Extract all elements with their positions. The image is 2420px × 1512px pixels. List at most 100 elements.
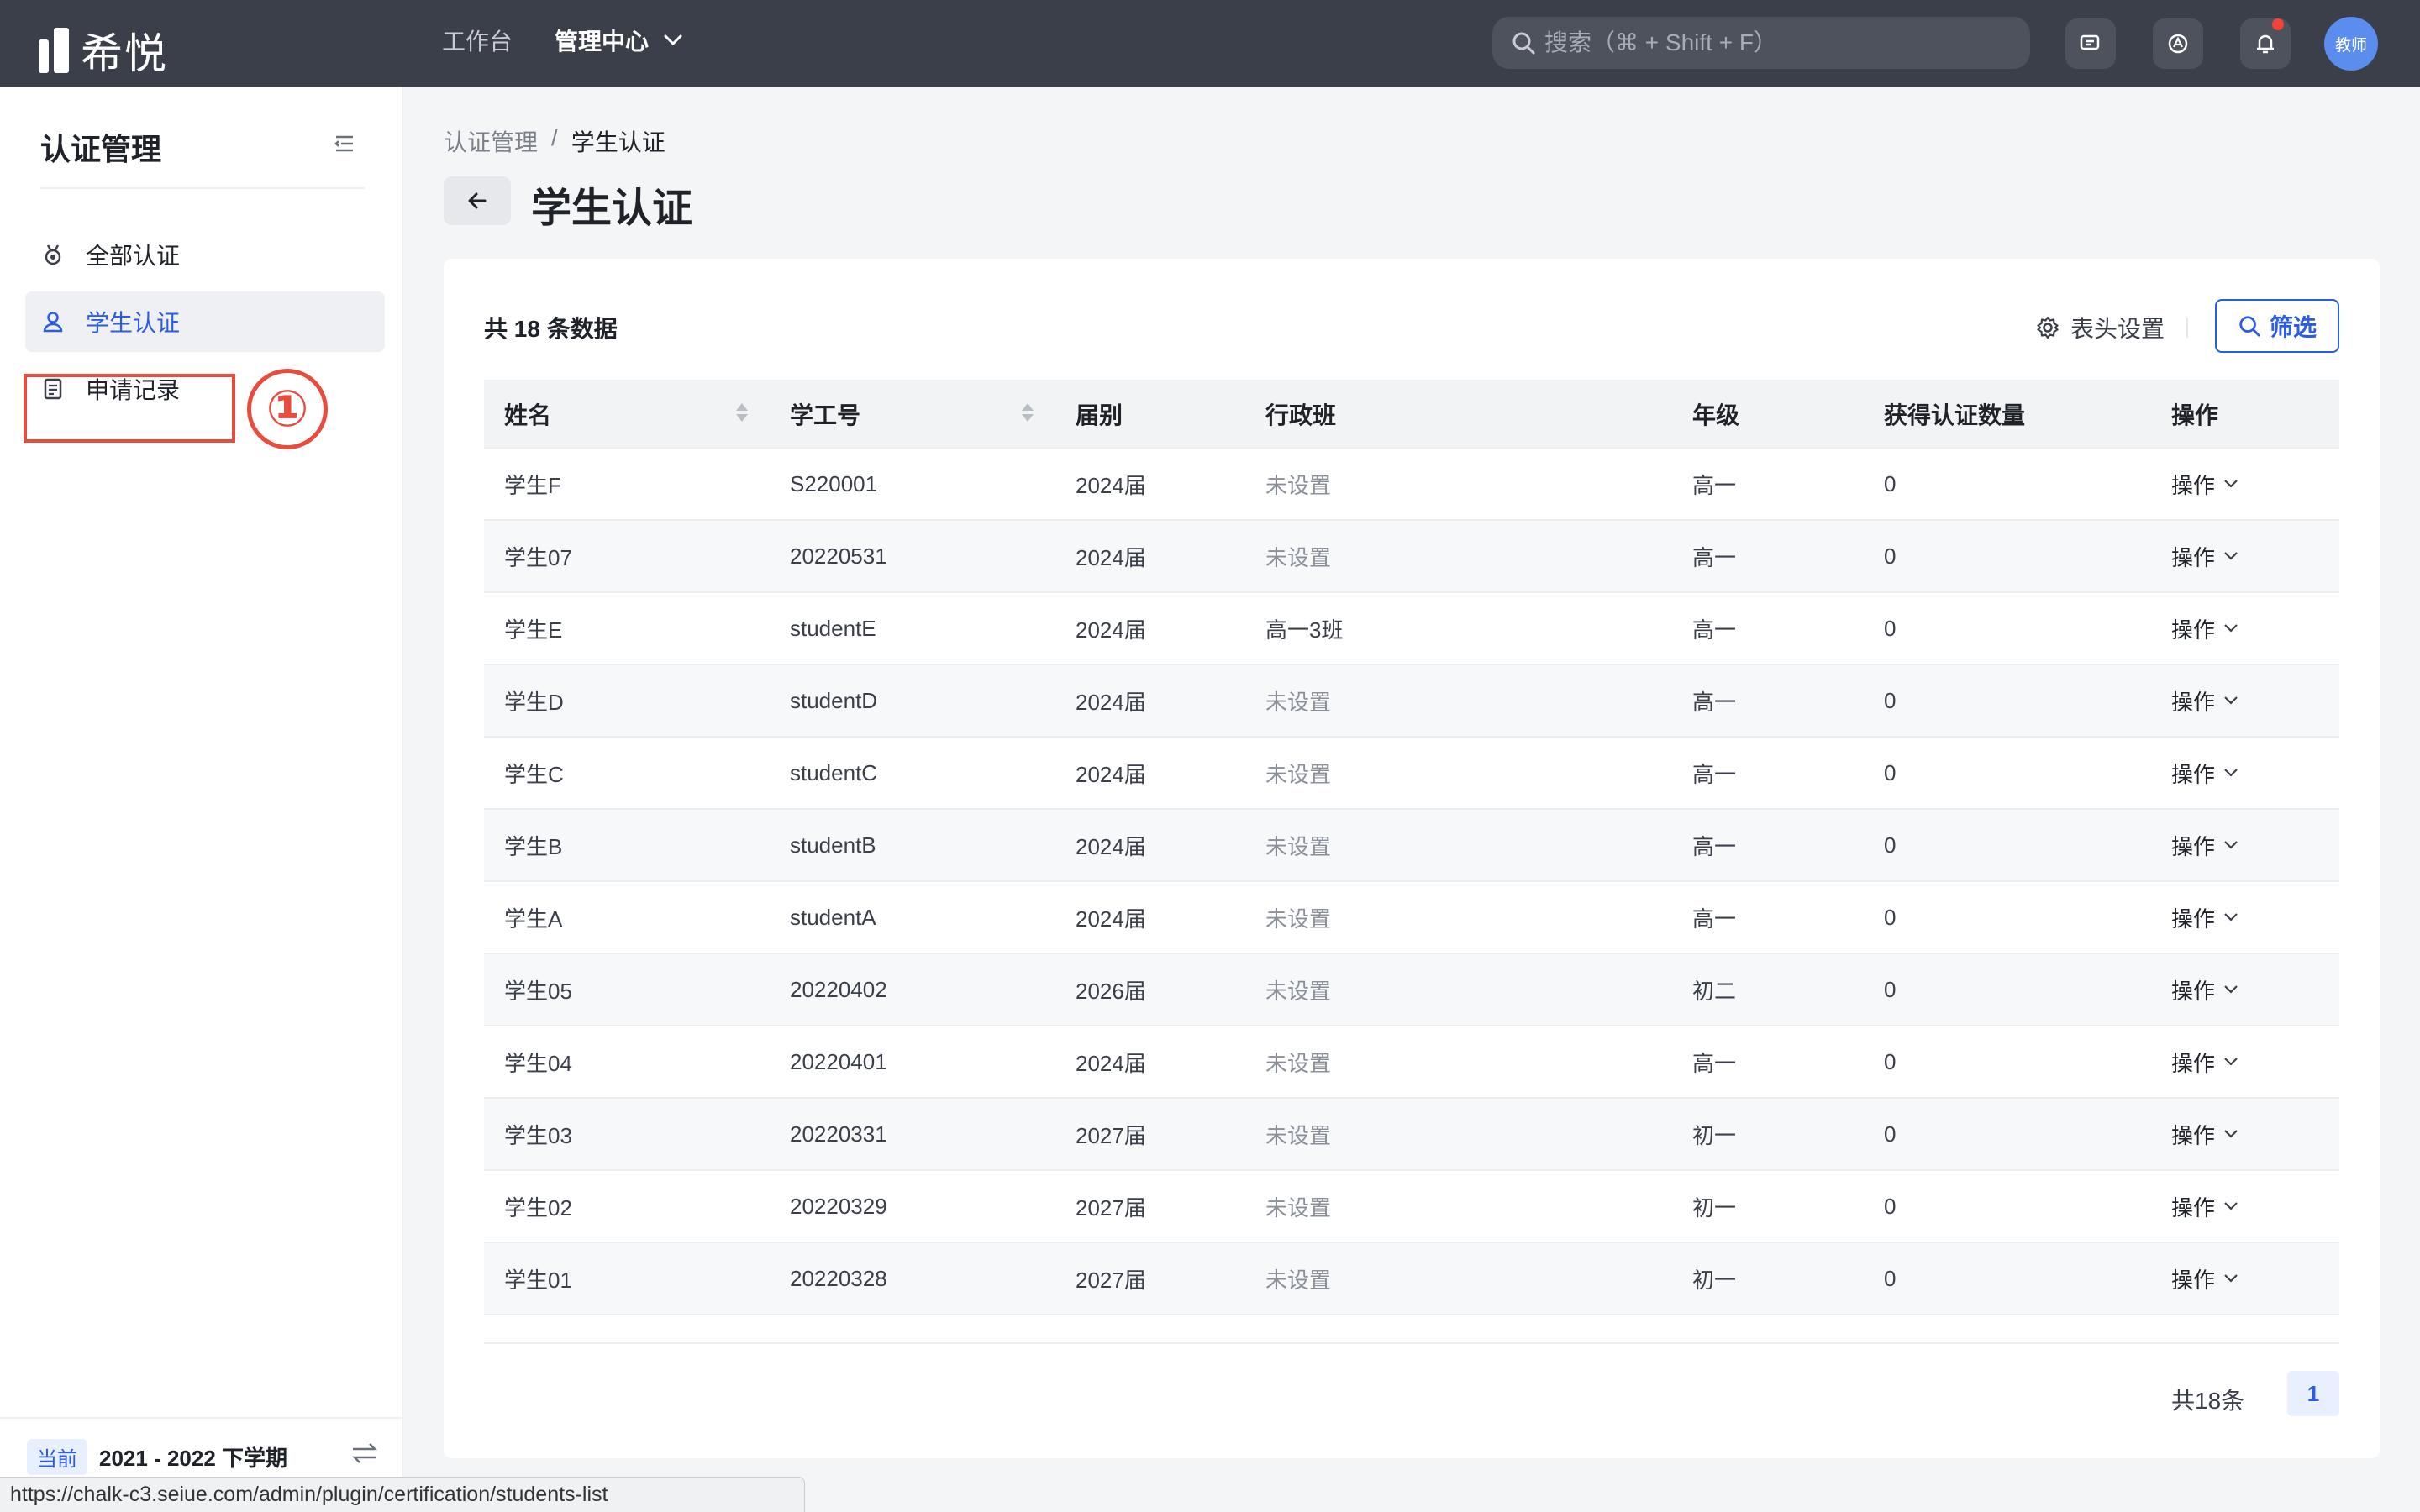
cell-class: 未设置 <box>1265 1194 1332 1221</box>
global-search[interactable] <box>1492 17 2030 69</box>
table-row: 学生07 20220531 2024届 未设置 高一 0 操作 <box>484 520 2339 592</box>
ai-assistant-button[interactable] <box>2153 18 2203 69</box>
top-bar: 希悦 工作台 管理中心 教师 <box>0 0 2420 87</box>
sidebar-item-label: 全部认证 <box>86 243 181 269</box>
switch-term-icon[interactable] <box>350 1441 380 1466</box>
row-actions-dropdown[interactable]: 操作 <box>2171 974 2339 1005</box>
search-icon <box>1512 32 1535 55</box>
back-button[interactable] <box>444 176 511 225</box>
cell-grade: 初一 <box>1692 1267 1737 1293</box>
cell-name: 学生B <box>504 833 563 859</box>
top-nav: 工作台 管理中心 <box>442 24 682 57</box>
cell-grade: 初一 <box>1692 1194 1737 1221</box>
row-actions-cell: 操作 <box>2151 737 2339 809</box>
row-actions-label: 操作 <box>2171 544 2216 570</box>
row-actions-dropdown[interactable]: 操作 <box>2171 1263 2339 1294</box>
nav-workbench[interactable]: 工作台 <box>442 24 513 57</box>
term-selector[interactable]: 当前 2021 - 2022 下学期 <box>27 1439 287 1475</box>
cell-grade: 初二 <box>1692 978 1737 1004</box>
cell-name: 学生03 <box>504 1122 572 1148</box>
breadcrumb-parent[interactable]: 认证管理 <box>444 124 538 158</box>
chevron-down-icon <box>2224 552 2238 560</box>
chevron-down-icon <box>2224 1058 2238 1066</box>
row-actions-dropdown[interactable]: 操作 <box>2171 469 2339 500</box>
cell-class: 高一3班 <box>1265 617 1344 643</box>
cell-name: 学生01 <box>504 1267 572 1293</box>
list-card: 共 18 条数据 表头设置 筛选 姓名 学工号 届别 行政班 年级 获得认证数量… <box>444 259 2380 1458</box>
filter-button[interactable]: 筛选 <box>2215 299 2339 353</box>
row-actions-label: 操作 <box>2171 689 2216 715</box>
message-button[interactable] <box>2065 18 2116 69</box>
row-actions-cell: 操作 <box>2151 1026 2339 1098</box>
row-actions-dropdown[interactable]: 操作 <box>2171 613 2339 644</box>
column-settings-button[interactable]: 表头设置 <box>2035 311 2165 344</box>
cell-cohort: 2024届 <box>1076 472 1146 498</box>
cell-class: 未设置 <box>1265 544 1332 570</box>
collapse-sidebar-icon[interactable] <box>329 129 360 159</box>
sort-icon[interactable] <box>1022 403 1034 422</box>
column-header-id[interactable]: 学工号 <box>770 380 1055 449</box>
row-actions-dropdown[interactable]: 操作 <box>2171 830 2339 861</box>
sidebar-bottom-divider <box>0 1417 403 1419</box>
chevron-down-icon <box>2224 1130 2238 1138</box>
table-row: 学生01 20220328 2027届 未设置 初一 0 操作 <box>484 1242 2339 1315</box>
annotation-highlight-box <box>24 374 235 443</box>
row-actions-label: 操作 <box>2171 1267 2216 1293</box>
chevron-down-icon <box>2224 624 2238 633</box>
notification-button[interactable] <box>2240 18 2291 69</box>
cell-class: 未设置 <box>1265 978 1332 1004</box>
total-count: 共 18 条数据 <box>484 316 618 342</box>
row-actions-cell: 操作 <box>2151 520 2339 592</box>
table-row: 学生A studentA 2024届 未设置 高一 0 操作 <box>484 881 2339 953</box>
table-row: 学生E studentE 2024届 高一3班 高一 0 操作 <box>484 592 2339 664</box>
row-actions-dropdown[interactable]: 操作 <box>2171 902 2339 933</box>
sidebar-item-student-certifications[interactable]: 学生认证 <box>25 291 385 352</box>
row-actions-cell: 操作 <box>2151 809 2339 881</box>
avatar[interactable]: 教师 <box>2324 17 2378 71</box>
row-actions-cell: 操作 <box>2151 881 2339 953</box>
cell-grade: 高一 <box>1692 617 1737 643</box>
table-header-row: 姓名 学工号 届别 行政班 年级 获得认证数量 操作 <box>484 380 2339 449</box>
cell-class: 未设置 <box>1265 1122 1332 1148</box>
row-actions-label: 操作 <box>2171 1050 2216 1076</box>
chevron-down-icon <box>2224 913 2238 921</box>
annotation-step-marker: ① <box>247 369 328 449</box>
pagination-page-1[interactable]: 1 <box>2287 1371 2339 1416</box>
cell-cert-count: 0 <box>1884 543 1897 569</box>
cell-id: studentC <box>790 759 878 785</box>
table-row: 学生03 20220331 2027届 未设置 初一 0 操作 <box>484 1098 2339 1170</box>
nav-admin-center-label: 管理中心 <box>555 29 650 55</box>
filter-label: 筛选 <box>2269 314 2317 340</box>
nav-admin-center[interactable]: 管理中心 <box>555 24 682 57</box>
sidebar-item-all-certifications[interactable]: 全部认证 <box>25 224 385 285</box>
breadcrumb-current: 学生认证 <box>571 129 666 155</box>
row-actions-cell: 操作 <box>2151 664 2339 737</box>
cell-cohort: 2027届 <box>1076 1267 1146 1293</box>
sort-icon[interactable] <box>736 403 748 422</box>
students-table: 姓名 学工号 届别 行政班 年级 获得认证数量 操作 学生F S220001 202… <box>484 380 2339 1344</box>
search-icon <box>2239 316 2260 337</box>
cell-id: 20220401 <box>790 1048 887 1074</box>
row-actions-dropdown[interactable]: 操作 <box>2171 1047 2339 1078</box>
table-row: 学生D studentD 2024届 未设置 高一 0 操作 <box>484 664 2339 737</box>
row-actions-dropdown[interactable]: 操作 <box>2171 1191 2339 1222</box>
row-actions-dropdown[interactable]: 操作 <box>2171 541 2339 572</box>
cell-cohort: 2024届 <box>1076 689 1146 715</box>
column-header-class: 行政班 <box>1245 380 1672 449</box>
app-logo[interactable]: 希悦 <box>39 20 168 81</box>
row-actions-label: 操作 <box>2171 1122 2216 1148</box>
row-actions-cell: 操作 <box>2151 1170 2339 1242</box>
column-settings-label: 表头设置 <box>2070 316 2165 342</box>
cell-grade: 高一 <box>1692 1050 1737 1076</box>
table-row: 学生02 20220329 2027届 未设置 初一 0 操作 <box>484 1170 2339 1242</box>
row-actions-dropdown[interactable]: 操作 <box>2171 685 2339 717</box>
column-header-actions: 操作 <box>2151 380 2339 449</box>
row-actions-dropdown[interactable]: 操作 <box>2171 1119 2339 1150</box>
cell-id: 20220329 <box>790 1193 887 1219</box>
column-header-name[interactable]: 姓名 <box>484 380 770 449</box>
cell-cohort: 2027届 <box>1076 1122 1146 1148</box>
cell-cert-count: 0 <box>1884 904 1897 930</box>
search-input[interactable] <box>1544 29 2015 56</box>
bell-icon <box>2257 34 2274 54</box>
row-actions-dropdown[interactable]: 操作 <box>2171 758 2339 789</box>
